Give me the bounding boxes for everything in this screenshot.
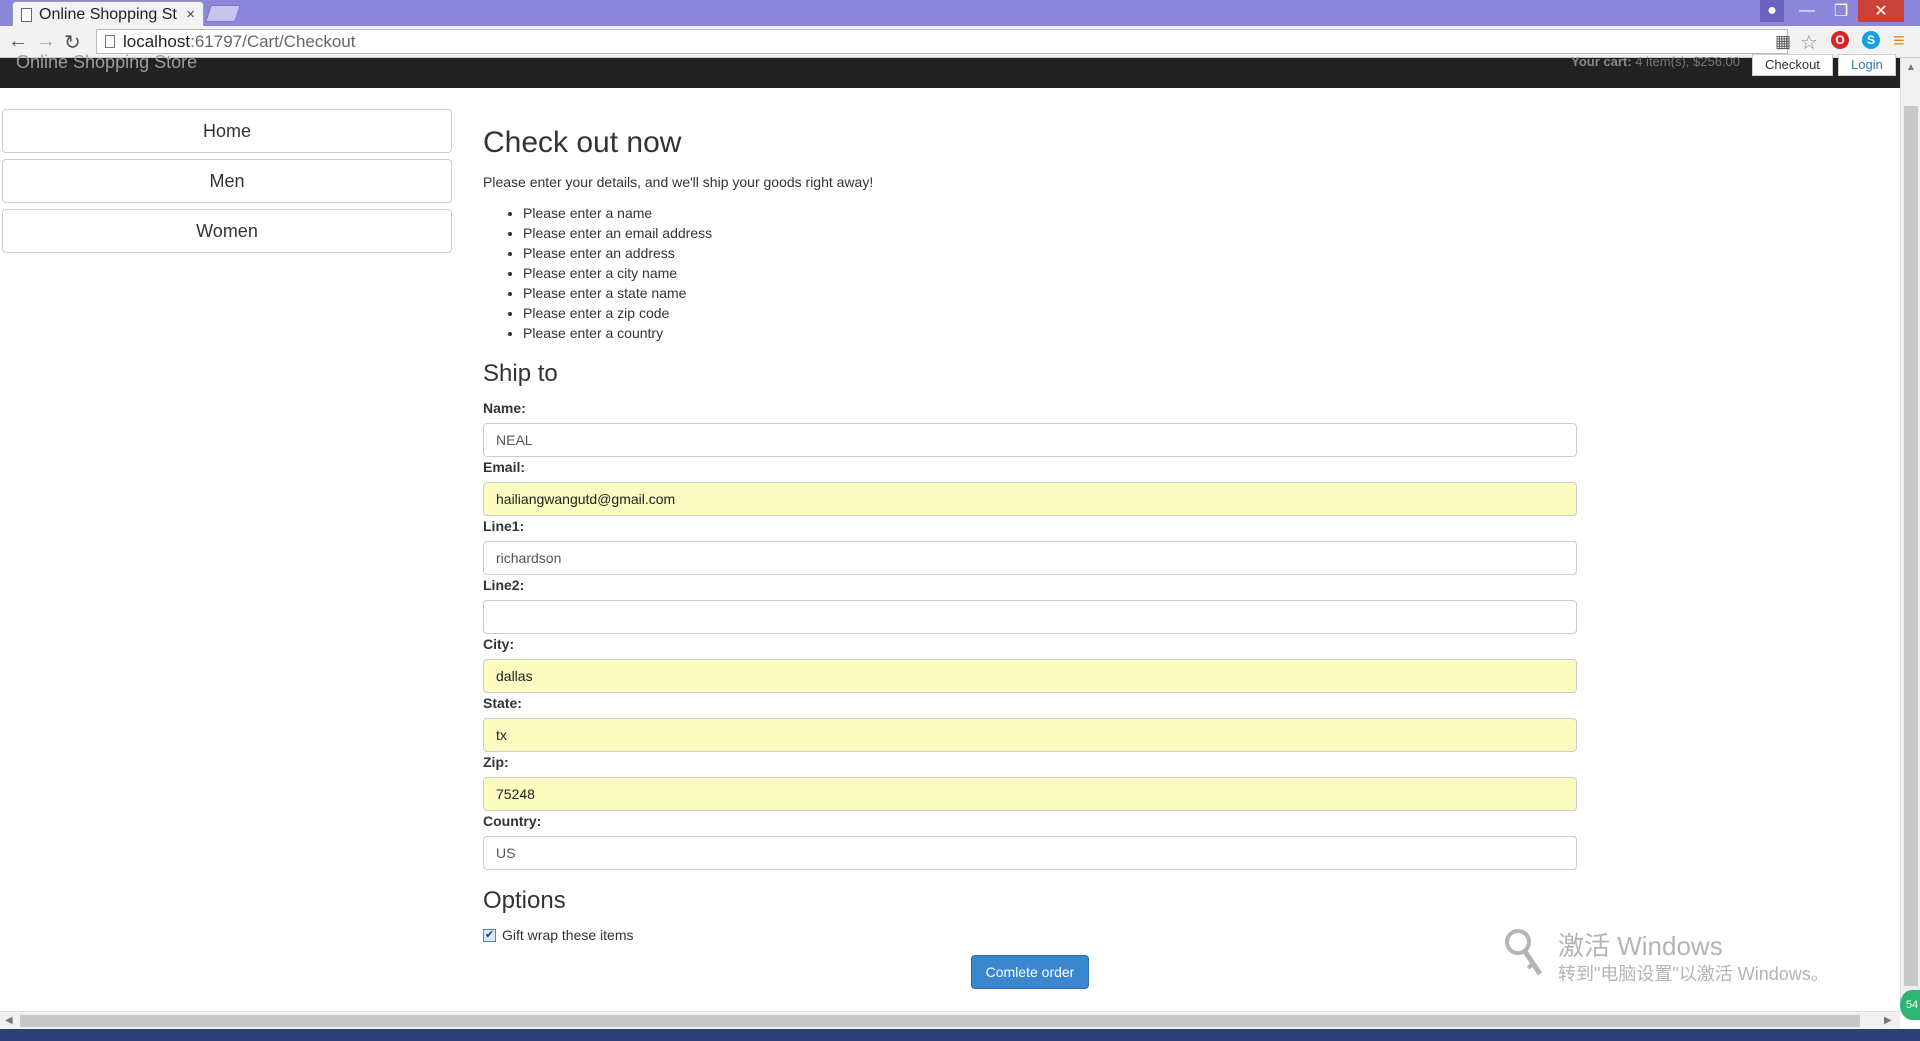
- checkout-button[interactable]: Checkout: [1752, 54, 1833, 76]
- sidebar-item-women[interactable]: Women: [2, 209, 452, 253]
- state-label: State:: [483, 695, 522, 711]
- site-brand[interactable]: Online Shopping Store: [16, 52, 197, 73]
- browser-titlebar: Online Shopping St × ● — ❐ ✕: [0, 0, 1920, 27]
- giftwrap-checkbox[interactable]: ✔: [483, 928, 496, 942]
- key-icon: [1505, 929, 1543, 976]
- skype-extension-icon[interactable]: S: [1862, 31, 1880, 49]
- intro-text: Please enter your details, and we'll shi…: [483, 174, 874, 190]
- page-icon: [21, 7, 32, 22]
- email-field[interactable]: [483, 482, 1577, 516]
- watermark-subtitle: 转到"电脑设置"以激活 Windows。: [1558, 964, 1829, 984]
- sidebar-item-home[interactable]: Home: [2, 109, 452, 153]
- validation-error: Please enter a name: [523, 203, 712, 223]
- ship-to-heading: Ship to: [483, 360, 558, 387]
- sidebar-item-men[interactable]: Men: [2, 159, 452, 203]
- vertical-scrollbar[interactable]: ▲: [1900, 58, 1920, 1011]
- validation-error: Please enter a zip code: [523, 303, 712, 323]
- watermark-title: 激活 Windows: [1558, 931, 1723, 961]
- complete-order-button[interactable]: Comlete order: [971, 955, 1089, 989]
- floating-badge[interactable]: 54: [1900, 990, 1920, 1020]
- menu-icon[interactable]: ≡: [1893, 30, 1905, 53]
- minimize-icon[interactable]: —: [1793, 0, 1821, 22]
- opera-extension-icon[interactable]: O: [1831, 31, 1849, 49]
- login-button[interactable]: Login: [1838, 54, 1896, 76]
- address-bar[interactable]: localhost:61797/Cart/Checkout: [96, 29, 1788, 54]
- options-heading: Options: [483, 887, 566, 914]
- user-icon[interactable]: ●: [1760, 0, 1784, 22]
- zip-field[interactable]: [483, 777, 1577, 811]
- validation-error: Please enter an email address: [523, 223, 712, 243]
- maximize-icon[interactable]: ❐: [1826, 0, 1856, 22]
- page-title: Check out now: [483, 126, 682, 159]
- cart-label: Your cart:: [1571, 54, 1632, 69]
- country-field[interactable]: [483, 836, 1577, 870]
- translate-icon[interactable]: ▦: [1775, 32, 1791, 52]
- scroll-up-icon[interactable]: ▲: [1906, 62, 1916, 73]
- horizontal-scrollbar[interactable]: ◀ ▶: [0, 1011, 1900, 1029]
- zip-label: Zip:: [483, 754, 509, 770]
- validation-error: Please enter a country: [523, 323, 712, 343]
- cart-summary: Your cart: 4 item(s), $256.00: [1571, 54, 1740, 69]
- page-info-icon[interactable]: [105, 35, 115, 48]
- tab-title: Online Shopping St: [39, 5, 177, 23]
- scroll-left-icon[interactable]: ◀: [5, 1015, 13, 1026]
- state-field[interactable]: [483, 718, 1577, 752]
- name-field[interactable]: [483, 423, 1577, 457]
- line2-label: Line2:: [483, 577, 525, 593]
- url-host: localhost: [123, 31, 191, 51]
- new-tab-button[interactable]: [205, 5, 241, 22]
- validation-error: Please enter a city name: [523, 263, 712, 283]
- site-navbar: Online Shopping Store Your cart: 4 item(…: [0, 52, 1900, 88]
- browser-tab[interactable]: Online Shopping St ×: [12, 1, 204, 27]
- line1-label: Line1:: [483, 518, 525, 534]
- url-path: :61797/Cart/Checkout: [190, 31, 356, 51]
- validation-error: Please enter an address: [523, 243, 712, 263]
- giftwrap-label[interactable]: Gift wrap these items: [502, 927, 634, 943]
- cart-summary-value: 4 item(s), $256.00: [1635, 54, 1740, 69]
- windows-taskbar: [0, 1029, 1920, 1041]
- city-label: City:: [483, 636, 515, 652]
- validation-summary: Please enter a name Please enter an emai…: [523, 203, 712, 343]
- close-window-icon[interactable]: ✕: [1858, 0, 1904, 22]
- giftwrap-option: ✔ Gift wrap these items: [483, 927, 634, 943]
- scroll-right-icon[interactable]: ▶: [1884, 1015, 1892, 1026]
- vertical-scroll-thumb[interactable]: [1904, 106, 1918, 986]
- country-label: Country:: [483, 813, 542, 829]
- name-label: Name:: [483, 400, 526, 416]
- forward-icon[interactable]: →: [36, 30, 56, 53]
- city-field[interactable]: [483, 659, 1577, 693]
- validation-error: Please enter a state name: [523, 283, 712, 303]
- horizontal-scroll-thumb[interactable]: [20, 1015, 1860, 1027]
- bookmark-star-icon[interactable]: ☆: [1800, 30, 1818, 55]
- tab-close-icon[interactable]: ×: [186, 6, 195, 23]
- email-label: Email:: [483, 459, 526, 475]
- line2-field[interactable]: [483, 600, 1577, 634]
- line1-field[interactable]: [483, 541, 1577, 575]
- back-icon[interactable]: ←: [8, 30, 28, 53]
